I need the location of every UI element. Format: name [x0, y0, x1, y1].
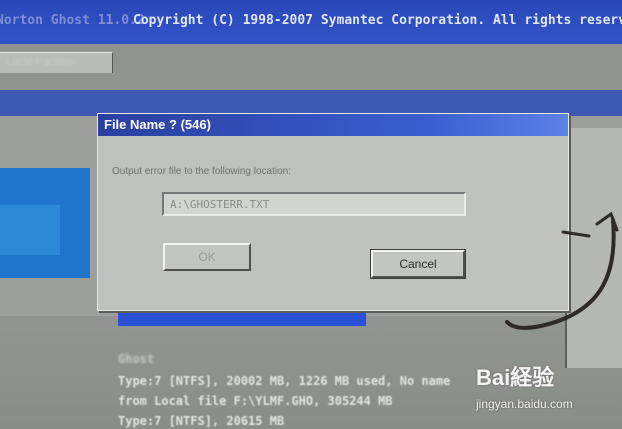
- baidu-jingyan-watermark: Bai経验 jingyan.baidu.com: [476, 360, 622, 429]
- hand-drawn-arrow-icon: [505, 211, 619, 330]
- detail-line-1: Type:7 [NTFS], 20002 MB, 1226 MB used, N…: [118, 374, 451, 388]
- dialog-title-bar[interactable]: File Name ? (546): [98, 114, 568, 136]
- detail-header: Ghost: [118, 352, 155, 366]
- dialog-prompt: Output error file to the following locat…: [112, 166, 291, 177]
- ok-button[interactable]: OK: [163, 243, 251, 271]
- menu-tab[interactable]: Local Partition: [0, 52, 113, 73]
- watermark-url: jingyan.baidu.com: [476, 397, 573, 411]
- status-bar: Norton Ghost 11.0.2 Copyright (C) 1998-2…: [0, 0, 622, 44]
- detail-line-3: Type:7 [NTFS], 20615 MB: [118, 414, 285, 428]
- copyright-text: Copyright (C) 1998-2007 Symantec Corpora…: [133, 13, 622, 28]
- screen: Norton Ghost 11.0.2 Copyright (C) 1998-2…: [0, 0, 622, 429]
- cancel-button[interactable]: Cancel: [370, 249, 466, 279]
- file-path-input[interactable]: [162, 192, 466, 216]
- background-selection-inner: [0, 205, 60, 255]
- detail-line-2: from Local file F:\YLMF.GHO, 305244 MB: [118, 394, 393, 408]
- dialog-title: File Name ? (546): [104, 117, 211, 132]
- program-label: Norton Ghost 11.0.2: [0, 13, 145, 28]
- menu-tab-label: Local Partition: [6, 56, 76, 68]
- file-name-dialog: File Name ? (546) Output error file to t…: [97, 113, 569, 311]
- watermark-brand: Bai経验: [476, 365, 555, 390]
